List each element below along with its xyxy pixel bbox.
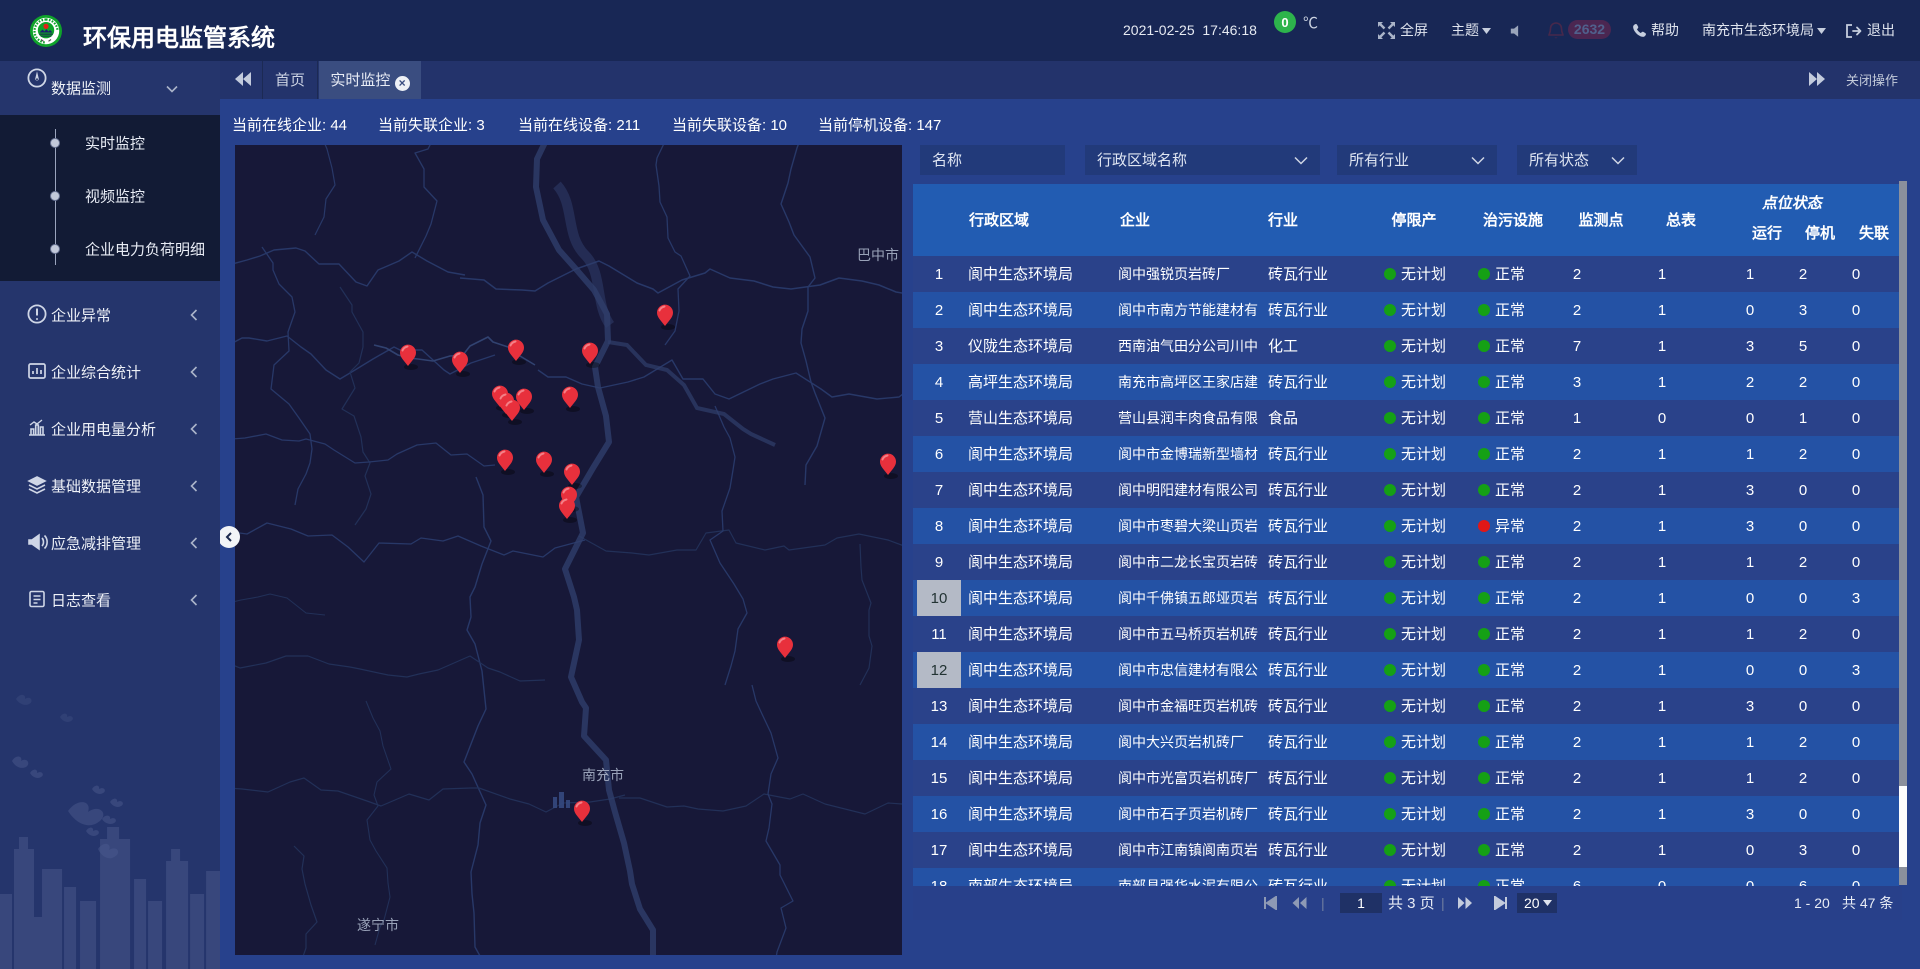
svg-text:遂宁市: 遂宁市	[357, 915, 399, 935]
svg-text:巴中市: 巴中市	[857, 245, 899, 265]
svg-text:南充市: 南充市	[582, 765, 624, 785]
